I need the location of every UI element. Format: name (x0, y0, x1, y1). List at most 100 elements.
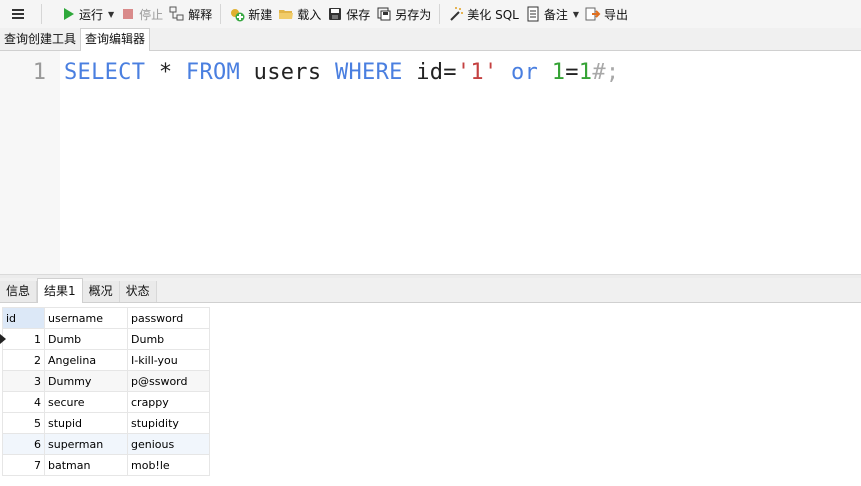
row-indicator (0, 370, 3, 392)
notes-label: 备注 (543, 7, 568, 22)
beautify-label: 美化 SQL (467, 7, 519, 22)
hamburger-menu-icon (10, 6, 26, 22)
tab-query-editor[interactable]: 查询编辑器 (80, 28, 151, 51)
run-button[interactable]: 运行 ▼ (57, 2, 117, 26)
result-tabs: 信息 结果1 概况 状态 (0, 278, 861, 303)
save-label: 保存 (346, 7, 371, 22)
cell-id[interactable]: 2 (2, 349, 45, 371)
note-icon (525, 6, 541, 22)
sql-editor[interactable]: 1 SELECT * FROM users WHERE id='1' or 1=… (0, 51, 861, 274)
column-header-password[interactable]: password (127, 307, 210, 329)
token-condition: id= (402, 60, 457, 85)
toolbar-separator (439, 4, 441, 24)
folder-icon (278, 6, 294, 22)
explain-button[interactable]: 解释 (166, 2, 215, 26)
new-label: 新建 (248, 7, 273, 22)
new-query-icon (229, 6, 245, 22)
toolbar-separator (41, 4, 42, 24)
cell-username[interactable]: stupid (44, 412, 128, 434)
cell-id[interactable]: 5 (2, 412, 45, 434)
stop-icon (120, 6, 136, 22)
table-row[interactable]: 2 Angelina I-kill-you (0, 349, 210, 371)
cell-password[interactable]: I-kill-you (127, 349, 210, 371)
save-button[interactable]: 保存 (324, 2, 373, 26)
cell-password[interactable]: stupidity (127, 412, 210, 434)
cell-password[interactable]: genious (127, 433, 210, 455)
column-header-username[interactable]: username (44, 307, 128, 329)
cell-password[interactable]: Dumb (127, 328, 210, 350)
table-row[interactable]: 7 batman mob!le (0, 454, 210, 476)
cell-id[interactable]: 1 (2, 328, 45, 350)
token-string: '1' (456, 60, 498, 85)
load-button[interactable]: 载入 (275, 2, 324, 26)
table-row[interactable]: 6 superman genious (0, 433, 210, 455)
beautify-sql-button[interactable]: 美化 SQL (445, 2, 522, 26)
table-row[interactable]: 5 stupid stupidity (0, 412, 210, 434)
row-indicator (0, 454, 3, 476)
export-icon (585, 6, 601, 22)
keyword-where: WHERE (334, 60, 403, 85)
cell-password[interactable]: p@ssword (127, 370, 210, 392)
token-number: 1 (578, 60, 593, 85)
row-indicator (0, 391, 3, 413)
stop-label: 停止 (139, 7, 164, 22)
row-indicator-header (0, 307, 3, 329)
save-as-button[interactable]: 另存为 (373, 2, 434, 26)
cell-password[interactable]: mob!le (127, 454, 210, 476)
result-grid: id username password 1 Dumb Dumb 2 Angel… (0, 307, 210, 476)
result-table: id username password 1 Dumb Dumb 2 Angel… (0, 307, 210, 476)
cell-username[interactable]: Dummy (44, 370, 128, 392)
cell-username[interactable]: batman (44, 454, 128, 476)
notes-dropdown-icon[interactable]: ▼ (573, 10, 579, 19)
row-indicator (0, 412, 3, 434)
keyword-or: or (511, 60, 539, 85)
tab-result-1[interactable]: 结果1 (37, 278, 83, 303)
header-row: id username password (0, 307, 210, 329)
notes-button[interactable]: 备注 ▼ (522, 2, 582, 26)
editor-tabs: 查询创建工具 查询编辑器 (0, 28, 861, 51)
save-icon (327, 6, 343, 22)
new-button[interactable]: 新建 (226, 2, 275, 26)
table-row[interactable]: 4 secure crappy (0, 391, 210, 413)
run-dropdown-icon[interactable]: ▼ (108, 10, 114, 19)
magic-wand-icon (448, 6, 464, 22)
row-indicator (0, 328, 6, 350)
row-indicator (0, 349, 3, 371)
sql-code-line[interactable]: SELECT * FROM users WHERE id='1' or 1=1#… (64, 60, 619, 85)
cell-username[interactable]: Angelina (44, 349, 128, 371)
keyword-from: FROM (185, 60, 241, 85)
table-row[interactable]: 1 Dumb Dumb (0, 328, 210, 350)
cell-password[interactable]: crappy (127, 391, 210, 413)
cell-id[interactable]: 3 (2, 370, 45, 392)
load-label: 载入 (297, 7, 322, 22)
table-row[interactable]: 3 Dummy p@ssword (0, 370, 210, 392)
tab-status[interactable]: 状态 (119, 281, 157, 302)
save-as-icon (376, 6, 392, 22)
token-number: 1 (551, 60, 566, 85)
toolbar-separator (220, 4, 222, 24)
tab-profile[interactable]: 概况 (82, 281, 120, 302)
main-toolbar: 运行 ▼ 停止 解释 新建 载入 保存 另存为 美化 SQL 备注 ▼ 导出 (0, 0, 861, 28)
row-indicator (0, 433, 3, 455)
cell-id[interactable]: 7 (2, 454, 45, 476)
menu-button[interactable] (0, 2, 36, 26)
line-gutter: 1 (0, 51, 60, 274)
explain-icon (169, 6, 185, 22)
cell-id[interactable]: 6 (2, 433, 45, 455)
explain-label: 解释 (188, 7, 213, 22)
stop-button[interactable]: 停止 (117, 2, 166, 26)
cell-username[interactable]: secure (44, 391, 128, 413)
play-icon (60, 6, 76, 22)
cell-username[interactable]: Dumb (44, 328, 128, 350)
cell-username[interactable]: superman (44, 433, 128, 455)
export-button[interactable]: 导出 (582, 2, 631, 26)
keyword-select: SELECT (64, 60, 146, 85)
token-equals: = (565, 60, 579, 85)
cell-id[interactable]: 4 (2, 391, 45, 413)
column-header-id[interactable]: id (2, 307, 45, 329)
tab-info[interactable]: 信息 (0, 281, 38, 302)
save-as-label: 另存为 (395, 7, 432, 22)
tab-query-builder[interactable]: 查询创建工具 (0, 29, 80, 50)
token-table: users (240, 60, 335, 85)
